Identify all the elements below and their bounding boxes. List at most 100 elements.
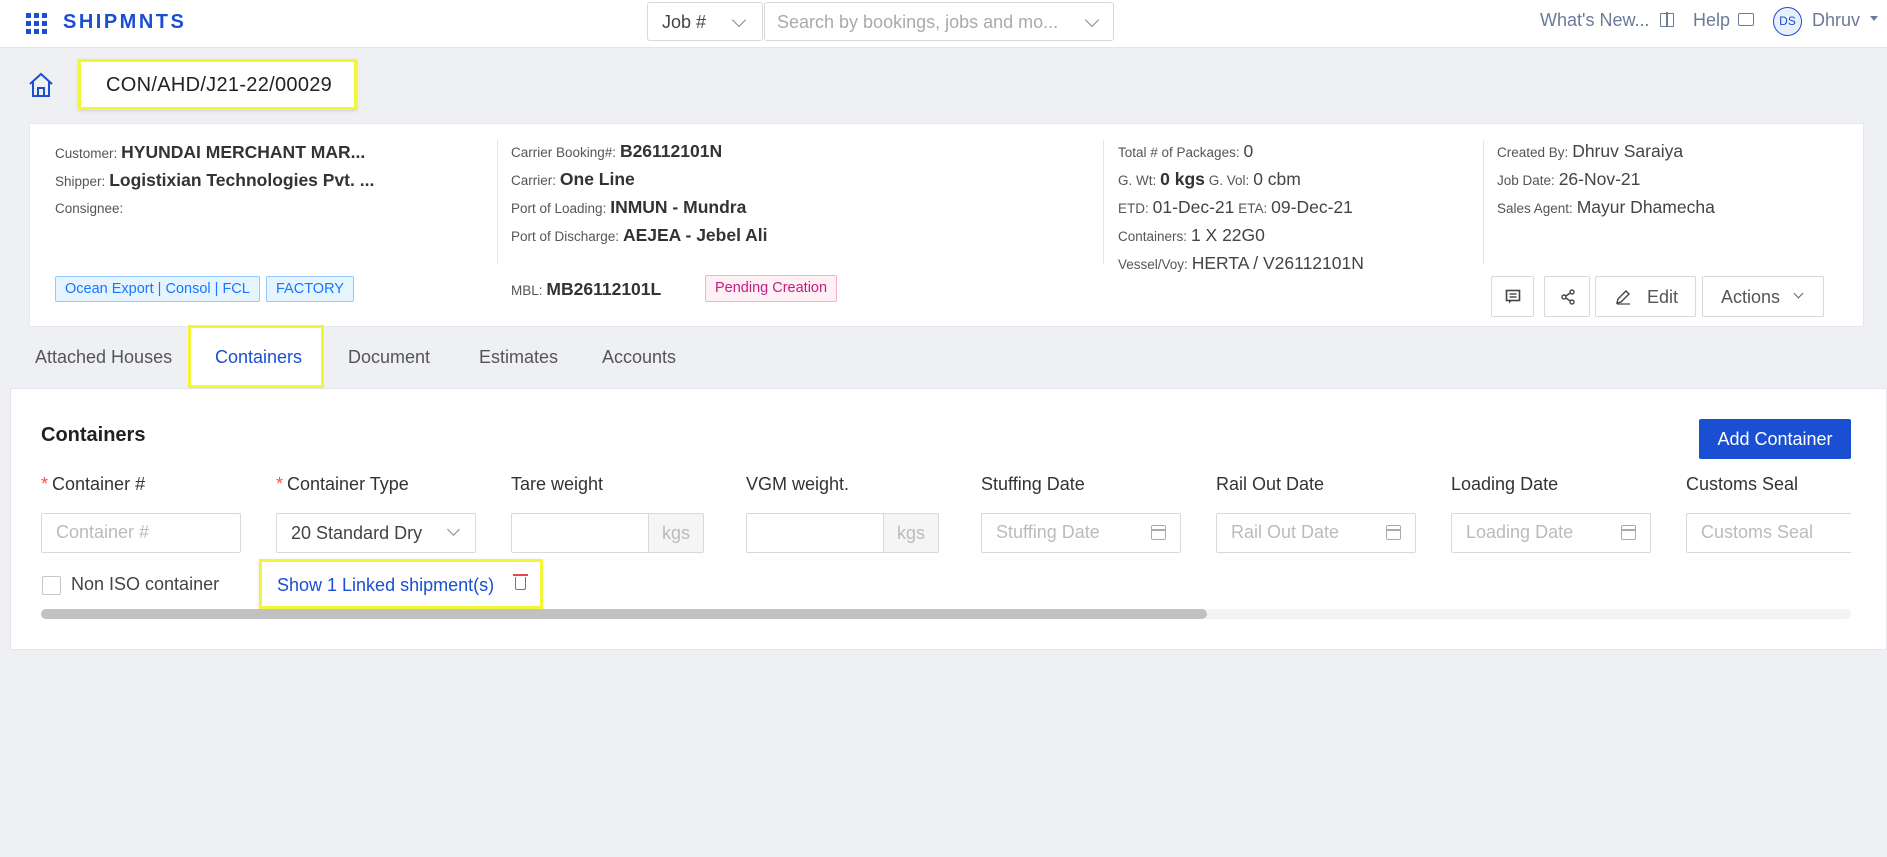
pod-value: AEJEA - Jebel Ali (622, 225, 768, 245)
edit-button[interactable]: Edit (1595, 276, 1696, 317)
job-type-select-value: Job # (662, 12, 707, 32)
job-date-value: 26-Nov-21 (1558, 169, 1641, 189)
share-icon (1561, 289, 1575, 305)
tab-estimates[interactable]: Estimates (479, 347, 558, 368)
loading-date-field[interactable] (1451, 513, 1651, 553)
tab-accounts[interactable]: Accounts (602, 347, 676, 368)
etd-label: ETD: (1118, 201, 1149, 216)
carrier-booking-row: Carrier Booking#: B26112101N (511, 138, 1011, 166)
actions-button[interactable]: Actions (1702, 276, 1824, 317)
eta-value: 09-Dec-21 (1271, 197, 1353, 217)
rail-out-date-input[interactable] (1231, 522, 1380, 543)
chevron-down-icon (1793, 288, 1804, 299)
gross-volume-label: G. Vol: (1208, 173, 1250, 188)
gross-weight-value: 0 kgs (1160, 169, 1205, 189)
sales-agent-label: Sales Agent: (1497, 201, 1573, 216)
containers-value: 1 X 22G0 (1190, 225, 1265, 245)
tare-weight-input[interactable] (526, 522, 628, 543)
mbl-row: MBL: MB26112101L (511, 276, 711, 304)
job-date-label: Job Date: (1497, 173, 1555, 188)
share-button[interactable] (1544, 276, 1590, 317)
tare-weight-field[interactable] (511, 513, 649, 553)
packages-value: 0 (1243, 141, 1254, 161)
tab-document[interactable]: Document (348, 347, 430, 368)
calendar-icon[interactable] (1386, 525, 1401, 540)
user-avatar[interactable]: DS (1773, 7, 1802, 36)
gross-weight-label: G. Wt: (1118, 173, 1157, 188)
calendar-icon[interactable] (1621, 525, 1636, 540)
chat-icon[interactable] (1738, 13, 1754, 26)
column-divider (1483, 140, 1484, 264)
etd-eta-row: ETD: 01-Dec-21 ETA: 09-Dec-21 (1118, 194, 1488, 222)
comment-icon (1505, 289, 1521, 304)
containers-row: Containers: 1 X 22G0 (1118, 222, 1488, 250)
show-linked-shipments-link[interactable]: Show 1 Linked shipment(s) (277, 575, 494, 596)
add-container-button[interactable]: Add Container (1699, 419, 1851, 459)
customs-seal-label: Customs Seal (1686, 474, 1799, 494)
scrollbar-thumb[interactable] (41, 609, 1207, 619)
tare-weight-label: Tare weight (511, 474, 604, 494)
chevron-down-icon (1084, 12, 1100, 28)
customer-column: Customer: HYUNDAI MERCHANT MAR... Shippe… (55, 139, 475, 222)
created-by-row: Created By: Dhruv Saraiya (1497, 138, 1857, 166)
vessel-value: HERTA / V26112101N (1191, 253, 1364, 273)
stuffing-date-label: Stuffing Date (981, 474, 1085, 494)
container-type-select[interactable]: 20 Standard Dry (276, 513, 476, 553)
vgm-weight-input[interactable] (761, 522, 863, 543)
customs-seal-field[interactable] (1686, 513, 1851, 553)
edit-button-label: Edit (1647, 287, 1679, 307)
factory-tag: FACTORY (266, 276, 354, 302)
container-no-input[interactable] (56, 522, 205, 543)
user-menu[interactable]: Dhruv (1812, 10, 1860, 31)
customs-seal-input[interactable] (1701, 522, 1824, 543)
carrier-booking-label: Carrier Booking#: (511, 145, 617, 160)
weight-volume-row: G. Wt: 0 kgs G. Vol: 0 cbm (1118, 166, 1488, 194)
shipment-details-column: Total # of Packages: 0 G. Wt: 0 kgs G. V… (1118, 138, 1488, 278)
consignee-row: Consignee: (55, 195, 475, 222)
packages-label: Total # of Packages: (1118, 145, 1240, 160)
customer-label: Customer: (55, 146, 118, 161)
column-divider (497, 140, 498, 264)
carrier-column: Carrier Booking#: B26112101N Carrier: On… (511, 138, 1011, 250)
pol-row: Port of Loading: INMUN - Mundra (511, 194, 1011, 222)
chevron-down-icon (447, 523, 460, 536)
trash-icon[interactable] (513, 574, 528, 590)
gross-volume-value: 0 cbm (1253, 169, 1301, 189)
containers-title: Containers (41, 424, 146, 446)
apps-grid-icon[interactable] (26, 13, 47, 34)
consignee-label: Consignee: (55, 201, 124, 216)
caret-down-icon[interactable] (1870, 16, 1878, 21)
job-type-select[interactable]: Job # (647, 2, 763, 41)
home-icon[interactable] (28, 72, 54, 98)
tare-weight-unit: kgs (648, 513, 704, 553)
eta-label: ETA: (1238, 201, 1268, 216)
pod-row: Port of Discharge: AEJEA - Jebel Ali (511, 222, 1011, 250)
vgm-weight-field[interactable] (746, 513, 884, 553)
tab-attached-houses[interactable]: Attached Houses (35, 347, 172, 368)
global-search[interactable] (764, 2, 1114, 41)
rail-out-date-field[interactable] (1216, 513, 1416, 553)
carrier-row: Carrier: One Line (511, 166, 1011, 194)
brand-logo[interactable]: SHIPMNTS (63, 11, 186, 34)
actions-button-label: Actions (1721, 287, 1781, 307)
loading-date-input[interactable] (1466, 522, 1615, 543)
comment-button[interactable] (1491, 276, 1534, 317)
help-link[interactable]: Help (1693, 10, 1730, 31)
mbl-value: MB26112101L (546, 279, 662, 299)
etd-value: 01-Dec-21 (1152, 197, 1235, 217)
pod-label: Port of Discharge: (511, 229, 620, 244)
stuffing-date-field[interactable] (981, 513, 1181, 553)
shipper-value: Logistixian Technologies Pvt. ... (109, 170, 375, 190)
non-iso-checkbox[interactable] (42, 576, 61, 595)
calendar-icon[interactable] (1151, 525, 1166, 540)
pol-value: INMUN - Mundra (610, 197, 747, 217)
search-input[interactable] (777, 9, 1077, 35)
container-no-field[interactable] (41, 513, 241, 553)
stuffing-date-input[interactable] (996, 522, 1145, 543)
shipper-label: Shipper: (55, 174, 106, 189)
gift-icon[interactable] (1660, 12, 1674, 27)
customer-value: HYUNDAI MERCHANT MAR... (121, 142, 366, 162)
tab-containers[interactable]: Containers (188, 325, 324, 388)
whats-new-link[interactable]: What's New... (1540, 10, 1649, 31)
linked-shipments-highlight: Show 1 Linked shipment(s) (259, 559, 543, 609)
